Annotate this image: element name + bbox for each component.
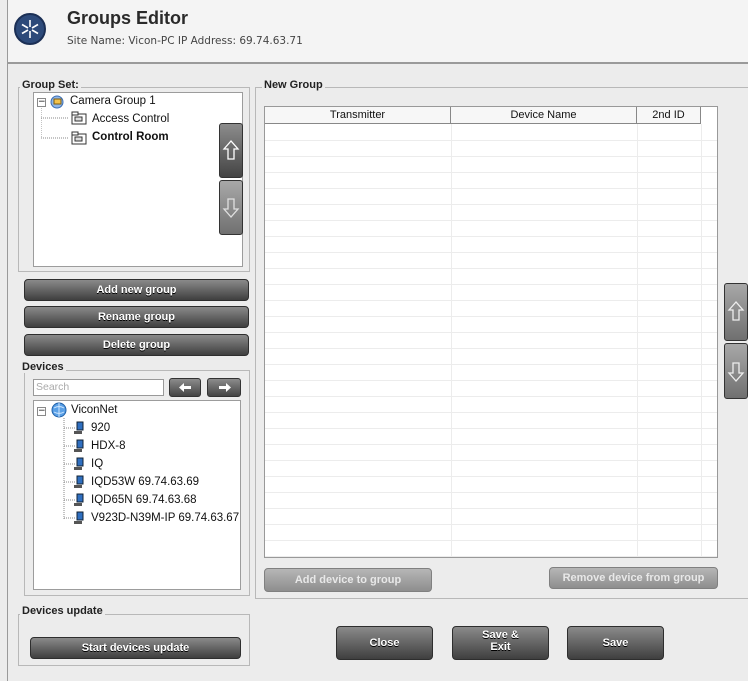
camera-device-icon <box>74 493 84 506</box>
table-row-line <box>265 348 717 349</box>
table-row-line <box>265 172 717 173</box>
table-row-line <box>265 460 717 461</box>
arrow-up-icon <box>222 140 240 160</box>
table-row-line <box>265 556 717 557</box>
device-item[interactable]: IQ <box>91 456 103 473</box>
camera-device-icon <box>74 511 84 524</box>
table-row-line <box>265 284 717 285</box>
camera-device-icon <box>74 475 84 488</box>
collapse-icon[interactable]: − <box>37 98 46 107</box>
arrow-down-icon <box>222 198 240 218</box>
save-exit-label-2: Exit <box>490 641 511 653</box>
camera-device-icon <box>74 421 84 434</box>
table-row-line <box>265 412 717 413</box>
add-device-to-group-button[interactable]: Add device to group <box>264 568 432 592</box>
groups-editor-window: Groups Editor Site Name: Vicon-PC IP Add… <box>0 0 748 681</box>
search-next-button[interactable] <box>207 378 241 397</box>
table-row-line <box>265 140 717 141</box>
viconnet-globe-icon <box>51 402 67 418</box>
column-header-transmitter[interactable]: Transmitter <box>265 107 451 124</box>
table-row-line <box>265 332 717 333</box>
delete-group-button[interactable]: Delete group <box>24 334 249 356</box>
arrow-up-icon <box>727 301 745 321</box>
table-row-line <box>265 364 717 365</box>
table-row-line <box>265 316 717 317</box>
device-item[interactable]: V923D-N39M-IP 69.74.63.67 <box>91 510 239 527</box>
tree-item-viconnet[interactable]: ViconNet <box>71 402 117 419</box>
tree-lines <box>41 108 69 139</box>
table-row-line <box>265 156 717 157</box>
device-item[interactable]: 920 <box>91 420 110 437</box>
folder-camera-icon <box>71 111 87 125</box>
table-row-line <box>265 204 717 205</box>
table-row-line <box>265 188 717 189</box>
window-border <box>7 0 8 681</box>
devices-update-legend: Devices update <box>20 605 105 617</box>
table-row-line <box>265 396 717 397</box>
table-row-line <box>265 220 717 221</box>
header-divider <box>8 62 748 64</box>
arrow-down-icon <box>727 362 745 382</box>
table-move-down-button[interactable] <box>724 343 748 399</box>
save-button[interactable]: Save <box>567 626 664 660</box>
save-exit-button[interactable]: Save & Exit <box>452 626 549 660</box>
tree-item-camera-group[interactable]: Camera Group 1 <box>70 93 156 110</box>
group-devices-table[interactable]: Transmitter Device Name 2nd ID <box>264 106 718 558</box>
move-up-button[interactable] <box>219 123 243 178</box>
device-item[interactable]: IQD65N 69.74.63.68 <box>91 492 197 509</box>
table-row-line <box>265 524 717 525</box>
start-devices-update-button[interactable]: Start devices update <box>30 637 241 659</box>
device-item[interactable]: IQD53W 69.74.63.69 <box>91 474 199 491</box>
device-search-input[interactable]: Search <box>33 379 164 396</box>
page-title: Groups Editor <box>67 8 188 28</box>
collapse-icon[interactable]: − <box>37 407 46 416</box>
arrow-right-icon <box>219 383 231 392</box>
remove-device-from-group-button[interactable]: Remove device from group <box>549 567 718 589</box>
camera-device-icon <box>74 457 84 470</box>
camera-device-icon <box>74 439 84 452</box>
table-row-line <box>265 268 717 269</box>
close-button[interactable]: Close <box>336 626 433 660</box>
table-row-line <box>265 508 717 509</box>
folder-camera-icon <box>71 131 87 145</box>
devices-legend: Devices <box>20 361 66 373</box>
save-exit-label-1: Save & <box>482 629 519 641</box>
rename-group-button[interactable]: Rename group <box>24 306 249 328</box>
table-row-line <box>265 300 717 301</box>
column-header-2nd-id[interactable]: 2nd ID <box>637 107 701 124</box>
table-row-line <box>265 540 717 541</box>
table-row-line <box>265 428 717 429</box>
table-row-line <box>265 252 717 253</box>
table-row-line <box>265 380 717 381</box>
column-header-device-name[interactable]: Device Name <box>451 107 637 124</box>
new-group-legend: New Group <box>262 79 325 91</box>
tree-item-control-room[interactable]: Control Room <box>92 129 169 146</box>
arrow-left-icon <box>179 383 191 392</box>
site-info: Site Name: Vicon-PC IP Address: 69.74.63… <box>67 35 303 47</box>
table-move-up-button[interactable] <box>724 283 748 341</box>
move-down-button[interactable] <box>219 180 243 235</box>
add-new-group-button[interactable]: Add new group <box>24 279 249 301</box>
table-row-line <box>265 476 717 477</box>
table-row-line <box>265 492 717 493</box>
tree-item-access-control[interactable]: Access Control <box>92 111 169 128</box>
device-item[interactable]: HDX-8 <box>91 438 126 455</box>
table-row-line <box>265 444 717 445</box>
vicon-logo-icon <box>14 13 46 45</box>
group-set-legend: Group Set: <box>20 79 81 91</box>
table-row-line <box>265 236 717 237</box>
search-prev-button[interactable] <box>169 378 201 397</box>
